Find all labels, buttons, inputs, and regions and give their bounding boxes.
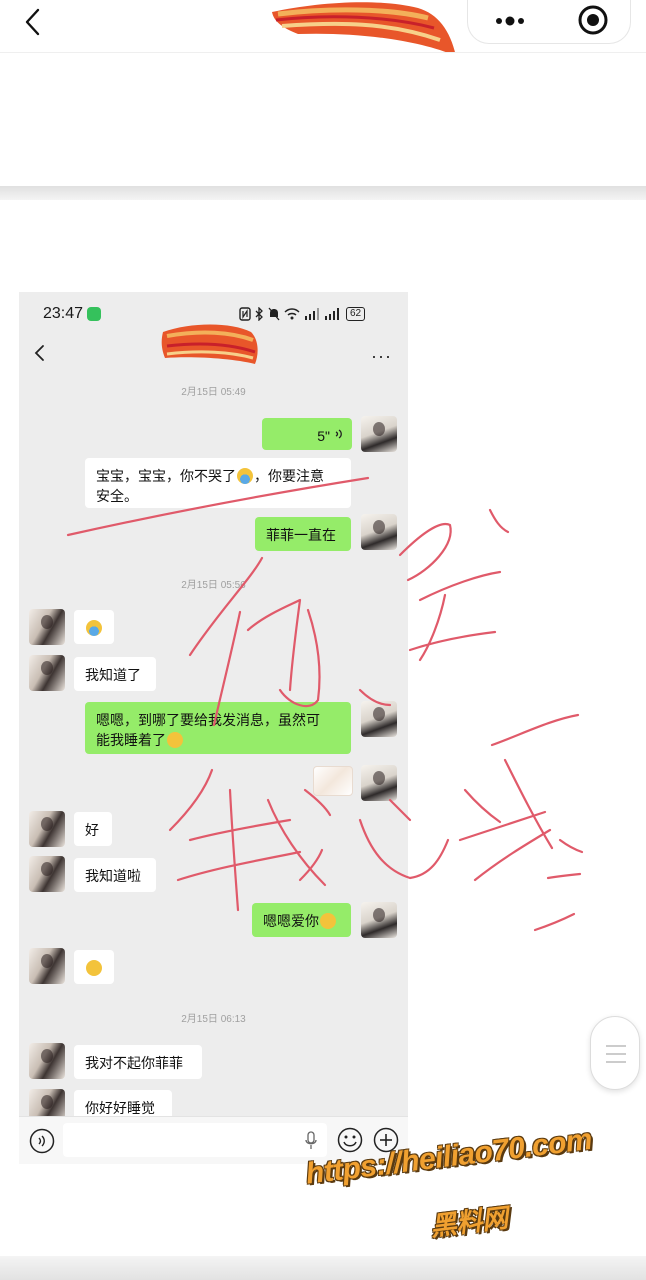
avatar-me[interactable]: [361, 902, 397, 938]
message-text: 我知道了: [85, 667, 141, 683]
message-text: 能我睡着了: [96, 732, 166, 748]
battery-level: 62: [346, 307, 366, 321]
avatar-her[interactable]: [29, 948, 65, 984]
message-bubble: 我知道啦: [74, 858, 156, 892]
signal-icon-2: [325, 308, 339, 320]
message-bubble: 好: [74, 812, 112, 846]
message-input[interactable]: [63, 1123, 327, 1157]
blank-area: [0, 52, 646, 186]
avatar-her[interactable]: [29, 856, 65, 892]
timestamp: 2月15日 06:13: [181, 1014, 246, 1025]
message-text: 好: [85, 822, 99, 838]
avatar-her[interactable]: [29, 1043, 65, 1079]
message-text: 嗯嗯，到哪了要给我发消息，虽然可: [96, 712, 320, 728]
back-arrow-icon[interactable]: [18, 6, 50, 38]
watermark-name: 黑料网: [428, 1202, 510, 1242]
more-dots-icon[interactable]: [490, 10, 530, 32]
message-bubble: 嗯嗯爱你: [252, 903, 351, 937]
avatar-her[interactable]: [29, 811, 65, 847]
avatar-me[interactable]: [361, 514, 397, 550]
sticker-image[interactable]: [313, 766, 353, 796]
top-nav: [0, 0, 646, 57]
chevron-left-icon[interactable]: [31, 343, 49, 363]
message-text: 我对不起你菲菲: [85, 1055, 183, 1071]
sleepy-emoji-icon: [167, 732, 183, 748]
avatar-me[interactable]: [361, 701, 397, 737]
nfc-icon: [239, 307, 251, 321]
voice-icon[interactable]: [29, 1128, 55, 1154]
message-text: 宝宝，宝宝，你不哭了: [96, 468, 236, 484]
status-icons: 62: [239, 306, 366, 322]
message-text: 嗯嗯爱你: [263, 913, 319, 929]
status-time: 23:47: [43, 305, 84, 322]
voice-wave-icon: [335, 429, 342, 439]
chat-more-button[interactable]: ···: [371, 346, 392, 367]
message-bubble: 嗯嗯，到哪了要给我发消息，虽然可 能我睡着了: [85, 702, 351, 754]
crying-emoji-icon: [237, 468, 253, 484]
page: 23:47 62 ··· 2月15日 05:49 5" 宝宝，宝宝，你不哭了 ，…: [0, 0, 646, 1280]
bluetooth-icon: [255, 307, 263, 321]
crying-emoji-icon: [86, 620, 102, 636]
chat-screenshot: 23:47 62 ··· 2月15日 05:49 5" 宝宝，宝宝，你不哭了 ，…: [19, 292, 408, 1164]
emoji-bubble: [74, 610, 114, 644]
message-text: ，你要注意: [254, 468, 324, 484]
message-bubble: 我知道了: [74, 657, 156, 691]
floating-menu-button[interactable]: [590, 1016, 640, 1090]
divider-band: [0, 186, 646, 200]
message-bubble: 我对不起你菲菲: [74, 1045, 202, 1079]
pouting-emoji-icon: [320, 913, 336, 929]
timestamp: 2月15日 05:56: [181, 580, 246, 591]
avatar-me[interactable]: [361, 416, 397, 452]
emoji-bubble: [74, 950, 114, 984]
mic-icon[interactable]: [304, 1131, 318, 1151]
avatar-her[interactable]: [29, 609, 65, 645]
timestamp: 2月15日 05:49: [181, 387, 246, 398]
wechat-icon: [87, 307, 101, 321]
watermark: https://heiliao70.com 黑料网: [300, 1123, 610, 1260]
mini-program-capsule: [467, 0, 631, 44]
message-text: 菲菲一直在: [266, 527, 336, 543]
mute-bell-icon: [268, 307, 280, 321]
wifi-icon: [284, 308, 300, 320]
message-text: 安全。: [96, 488, 138, 504]
redacted-name-scribble: [161, 324, 258, 364]
avatar-me[interactable]: [361, 765, 397, 801]
avatar-her[interactable]: [29, 655, 65, 691]
bottom-band: [0, 1256, 646, 1280]
menu-lines-icon: [606, 1045, 626, 1063]
target-circle-icon[interactable]: [576, 3, 610, 37]
message-text: 你好好睡觉: [85, 1100, 155, 1116]
signal-icon: [305, 308, 319, 320]
message-bubble: 宝宝，宝宝，你不哭了 ，你要注意安全。: [85, 458, 351, 508]
message-bubble: 菲菲一直在: [255, 517, 351, 551]
pouting-emoji-icon: [86, 960, 102, 976]
message-text: 我知道啦: [85, 868, 141, 884]
voice-duration: 5": [317, 428, 330, 444]
voice-message[interactable]: 5": [262, 418, 352, 450]
